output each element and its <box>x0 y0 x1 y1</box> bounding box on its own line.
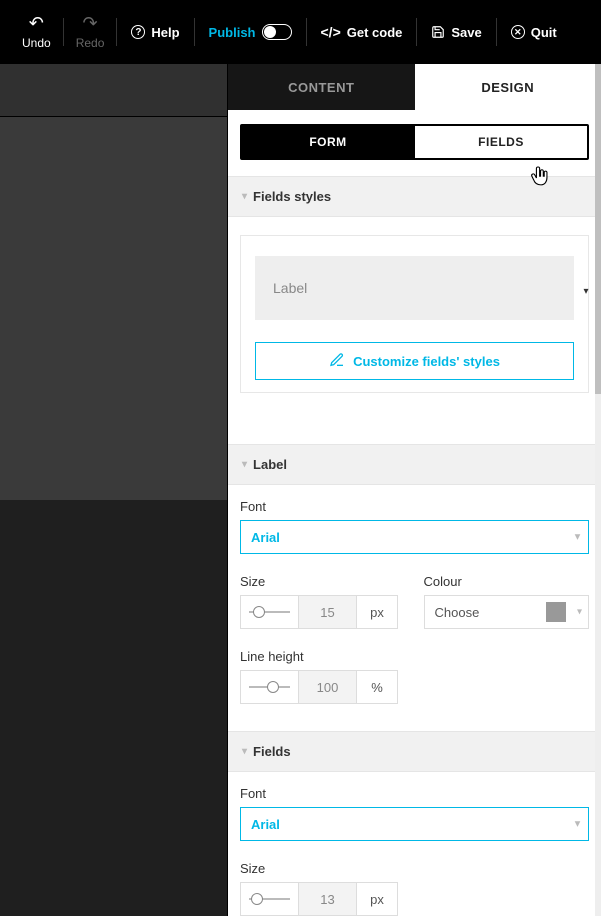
design-panel: CONTENT DESIGN FORM FIELDS ▾ Fields styl… <box>227 64 601 916</box>
label-lineheight-control: 100 % <box>240 670 400 704</box>
publish-label: Publish <box>209 25 256 40</box>
help-button[interactable]: ? Help <box>117 0 193 64</box>
spacer <box>228 409 601 444</box>
fields-font-select[interactable]: Arial ▾ <box>240 807 589 841</box>
label-size-value[interactable]: 15 <box>298 595 356 629</box>
fields-size-unit: px <box>356 882 398 916</box>
label-preview-box: Label <box>255 256 574 320</box>
save-button[interactable]: Save <box>417 0 495 64</box>
code-icon: </> <box>321 24 341 40</box>
redo-button[interactable]: ↷ Redo <box>64 0 117 64</box>
customize-label: Customize fields' styles <box>353 354 500 369</box>
label-lineheight-unit: % <box>356 670 398 704</box>
help-icon: ? <box>131 25 145 39</box>
label-preview-text: Label <box>273 280 307 296</box>
undo-label: Undo <box>22 36 51 50</box>
help-label: Help <box>151 25 179 40</box>
main-area: CONTENT DESIGN FORM FIELDS ▾ Fields styl… <box>0 64 601 916</box>
redo-label: Redo <box>76 36 105 50</box>
fields-size-value[interactable]: 13 <box>298 882 356 916</box>
label-colour-select[interactable]: Choose ▾ <box>424 595 590 629</box>
section-fields[interactable]: ▾ Fields <box>228 731 601 772</box>
caret-down-icon: ▾ <box>575 819 580 830</box>
label-lineheight-value[interactable]: 100 <box>298 670 356 704</box>
lineheight-label: Line height <box>240 649 589 664</box>
caret-down-icon: ▾ <box>242 459 247 470</box>
quit-icon: ✕ <box>511 25 525 39</box>
get-code-button[interactable]: </> Get code <box>307 0 417 64</box>
label-size-unit: px <box>356 595 398 629</box>
quit-label: Quit <box>531 25 557 40</box>
canvas-area <box>0 64 227 916</box>
undo-icon: ↶ <box>29 14 44 32</box>
subtabs-container: FORM FIELDS <box>228 110 601 176</box>
fields-styles-box: ▾ Label Customize fields' styles <box>240 235 589 393</box>
section-fields-styles-label: Fields styles <box>253 189 331 204</box>
save-icon <box>431 25 445 39</box>
tab-content[interactable]: CONTENT <box>228 64 415 110</box>
caret-down-icon: ▾ <box>575 532 580 543</box>
subtabs: FORM FIELDS <box>240 124 589 160</box>
caret-down-icon: ▾ <box>242 191 247 202</box>
colour-swatch <box>546 602 566 622</box>
vertical-scrollbar[interactable] <box>595 64 601 916</box>
label-font-select[interactable]: Arial ▾ <box>240 520 589 554</box>
fields-size-slider[interactable] <box>240 882 298 916</box>
subtab-form-label: FORM <box>309 135 346 149</box>
save-label: Save <box>451 25 481 40</box>
canvas-mid-band <box>0 117 227 500</box>
customize-fields-styles-button[interactable]: Customize fields' styles <box>255 342 574 380</box>
subtab-fields[interactable]: FIELDS <box>415 126 587 158</box>
label-lineheight-slider[interactable] <box>240 670 298 704</box>
tab-content-label: CONTENT <box>288 80 354 95</box>
size-label: Size <box>240 574 406 589</box>
pencil-icon <box>329 352 345 371</box>
tab-design-label: DESIGN <box>481 80 534 95</box>
publish-toggle[interactable] <box>262 24 292 40</box>
section-fields-label: Fields <box>253 744 291 759</box>
label-size-colour-row: Size 15 px Colour Choose ▾ <box>228 560 601 635</box>
fields-size-control: 13 px <box>240 882 400 916</box>
font-label: Font <box>240 786 589 801</box>
tab-design[interactable]: DESIGN <box>415 64 601 110</box>
top-toolbar: ↶ Undo ↷ Redo ? Help Publish </> Get cod… <box>0 0 601 64</box>
redo-icon: ↷ <box>82 14 97 32</box>
spacer <box>228 710 601 731</box>
caret-down-icon: ▾ <box>242 746 247 757</box>
caret-down-icon: ▾ <box>577 607 582 618</box>
label-font-block: Font Arial ▾ <box>228 485 601 560</box>
fields-size-block: Size 13 px <box>228 847 601 916</box>
size-label: Size <box>240 861 589 876</box>
label-size-control: 15 px <box>240 595 406 629</box>
colour-label: Colour <box>424 574 590 589</box>
chevron-down-icon[interactable]: ▾ <box>580 286 592 297</box>
publish-button[interactable]: Publish <box>195 0 306 64</box>
scrollbar-thumb[interactable] <box>595 64 601 394</box>
fields-font-block: Font Arial ▾ <box>228 772 601 847</box>
undo-button[interactable]: ↶ Undo <box>10 0 63 64</box>
section-fields-styles[interactable]: ▾ Fields styles <box>228 176 601 217</box>
section-label[interactable]: ▾ Label <box>228 444 601 485</box>
colour-value: Choose <box>435 605 480 620</box>
panel-tabs: CONTENT DESIGN <box>228 64 601 110</box>
canvas-top-band <box>0 64 227 117</box>
subtab-fields-label: FIELDS <box>478 135 524 149</box>
quit-button[interactable]: ✕ Quit <box>497 0 571 64</box>
get-code-label: Get code <box>347 25 403 40</box>
subtab-form[interactable]: FORM <box>242 126 415 158</box>
font-label: Font <box>240 499 589 514</box>
fields-font-value: Arial <box>251 817 280 832</box>
section-label-label: Label <box>253 457 287 472</box>
label-font-value: Arial <box>251 530 280 545</box>
label-size-slider[interactable] <box>240 595 298 629</box>
label-lineheight-block: Line height 100 % <box>228 635 601 710</box>
